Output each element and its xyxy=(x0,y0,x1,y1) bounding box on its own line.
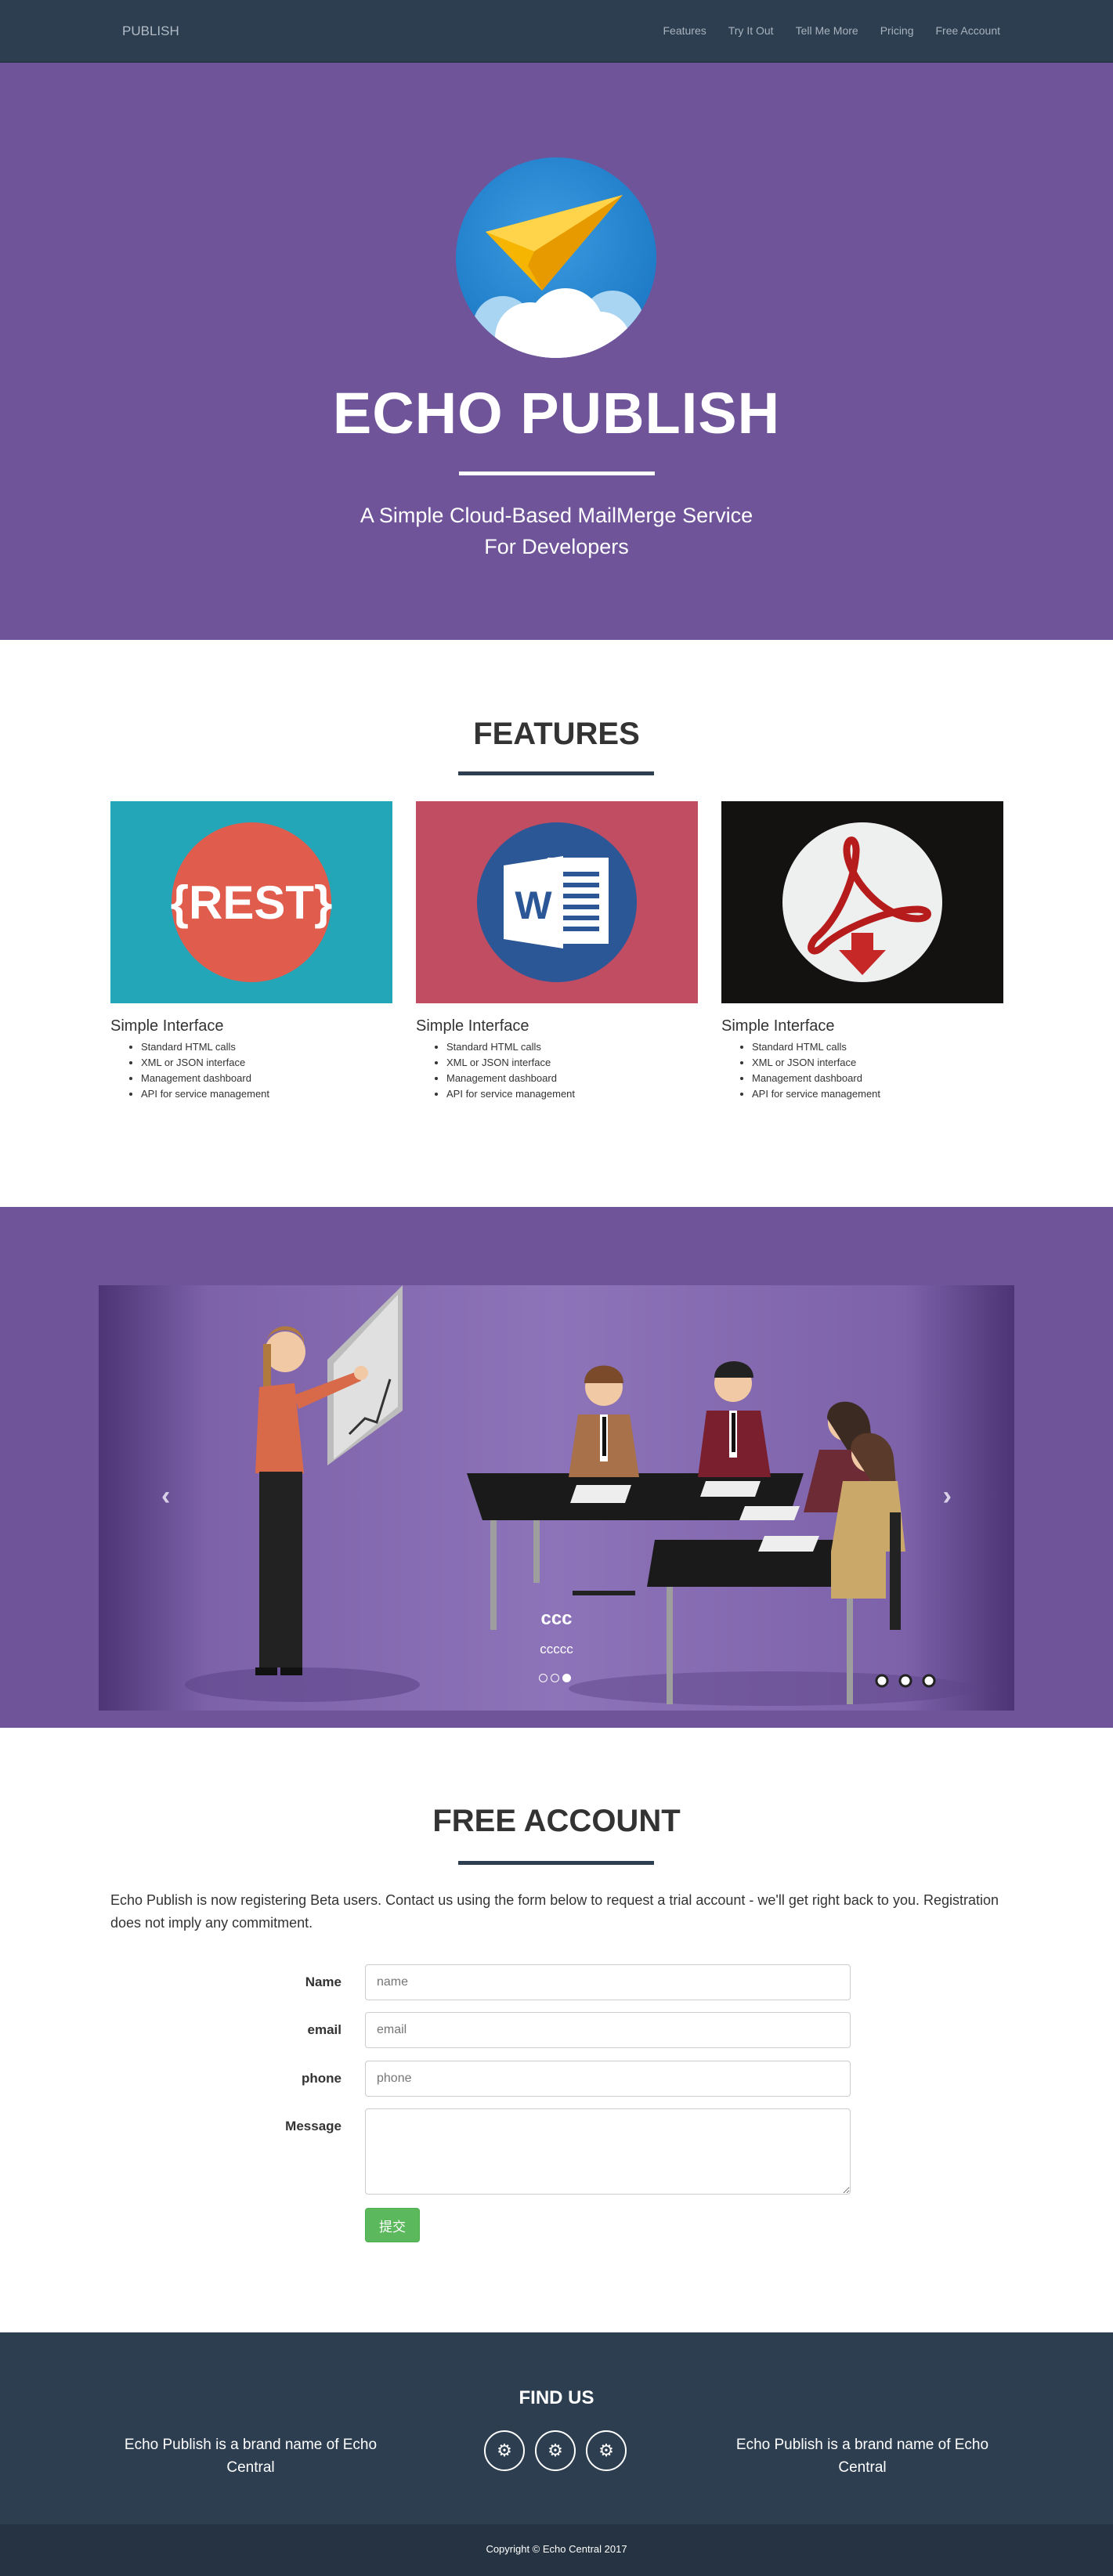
features-divider xyxy=(458,771,654,775)
hero-title: ECHO PUBLISH xyxy=(332,381,781,446)
free-account-intro: Echo Publish is now registering Beta use… xyxy=(110,1892,999,1931)
paper-plane-logo-icon xyxy=(456,157,656,358)
hero-subtitle: A Simple Cloud-Based MailMerge Service F… xyxy=(0,500,1113,562)
hero-section: ECHO PUBLISH A Simple Cloud-Based MailMe… xyxy=(0,63,1113,640)
name-input[interactable] xyxy=(365,1964,851,2000)
carousel-caption-text: ccccc xyxy=(540,1642,573,1657)
nav-link-free-account[interactable]: Free Account xyxy=(925,24,1012,37)
name-label: Name xyxy=(305,1974,341,1989)
feature-card-rest: {REST} Simple Interface Standard HTML ca… xyxy=(110,801,392,1100)
hero-subtitle-line1: A Simple Cloud-Based MailMerge Service xyxy=(360,504,753,527)
footer-brand-note-left: Echo Publish is a brand name of Echo Cen… xyxy=(124,2437,378,2476)
footer: FIND US Echo Publish is a brand name of … xyxy=(0,2332,1113,2524)
carousel-next-chevron-right-icon[interactable]: › xyxy=(943,1481,952,1512)
carousel-indicator-1[interactable] xyxy=(539,1674,547,1682)
copyright-text: Copyright © Echo Central 2017 xyxy=(486,2543,627,2555)
email-input[interactable] xyxy=(365,2012,851,2048)
list-item: XML or JSON interface xyxy=(141,1055,269,1071)
top-navbar: PUBLISH Features Try It Out Tell Me More… xyxy=(0,0,1113,63)
social-gear-icon-3[interactable]: ⚙ xyxy=(586,2430,627,2471)
navbar-links: Features Try It Out Tell Me More Pricing… xyxy=(652,24,1011,37)
hero-subtitle-line2: For Developers xyxy=(484,535,629,558)
message-label: Message xyxy=(285,2119,341,2133)
features-title: FEATURES xyxy=(473,717,640,751)
phone-label: phone xyxy=(302,2071,341,2086)
copyright-bar: Copyright © Echo Central 2017 xyxy=(0,2524,1113,2576)
footer-brand-note-right: Echo Publish is a brand name of Echo Cen… xyxy=(735,2437,989,2476)
feature-heading: Simple Interface xyxy=(416,1017,529,1035)
feature-card-word: W Simple Interface Standard HTML calls X… xyxy=(416,801,698,1100)
feature-heading: Simple Interface xyxy=(721,1017,835,1035)
feature-bullet-list: Standard HTML calls XML or JSON interfac… xyxy=(721,1039,880,1102)
carousel-indicators xyxy=(539,1674,571,1682)
carousel-indicator-3[interactable] xyxy=(562,1674,571,1682)
submit-button[interactable]: 提交 xyxy=(365,2208,420,2242)
nav-link-pricing[interactable]: Pricing xyxy=(869,24,925,37)
image-carousel[interactable]: ‹ › ccc ccccc xyxy=(99,1285,1014,1711)
social-gear-icon-1[interactable]: ⚙ xyxy=(484,2430,525,2471)
social-gear-icon-2[interactable]: ⚙ xyxy=(535,2430,576,2471)
rest-icon-text: {REST} xyxy=(171,876,333,929)
list-item: Standard HTML calls xyxy=(752,1039,880,1055)
list-item: XML or JSON interface xyxy=(752,1055,880,1071)
email-label: email xyxy=(307,2022,341,2037)
list-item: XML or JSON interface xyxy=(446,1055,575,1071)
feature-card-pdf: Simple Interface Standard HTML calls XML… xyxy=(721,801,1003,1100)
word-document-icon: W xyxy=(416,801,698,1003)
nav-link-try-it-out[interactable]: Try It Out xyxy=(717,24,785,37)
list-item: Management dashboard xyxy=(752,1071,880,1086)
list-item: API for service management xyxy=(446,1086,575,1102)
list-item: API for service management xyxy=(141,1086,269,1102)
nav-link-features[interactable]: Features xyxy=(652,24,717,37)
carousel-indicator-2[interactable] xyxy=(551,1674,559,1682)
carousel-caption-title: ccc xyxy=(540,1608,573,1629)
feature-heading: Simple Interface xyxy=(110,1017,224,1035)
find-us-heading: FIND US xyxy=(519,2387,594,2408)
phone-input[interactable] xyxy=(365,2061,851,2097)
list-item: API for service management xyxy=(752,1086,880,1102)
message-textarea[interactable] xyxy=(365,2108,851,2195)
feature-bullet-list: Standard HTML calls XML or JSON interfac… xyxy=(416,1039,575,1102)
list-item: Standard HTML calls xyxy=(141,1039,269,1055)
rest-api-icon: {REST} xyxy=(110,801,392,1003)
word-icon-letter: W xyxy=(515,883,552,927)
hero-divider xyxy=(459,471,655,475)
navbar-brand[interactable]: PUBLISH xyxy=(122,23,179,39)
pdf-download-icon xyxy=(721,801,1003,1003)
list-item: Management dashboard xyxy=(141,1071,269,1086)
list-item: Standard HTML calls xyxy=(446,1039,575,1055)
carousel-prev-chevron-left-icon[interactable]: ‹ xyxy=(161,1481,170,1512)
feature-bullet-list: Standard HTML calls XML or JSON interfac… xyxy=(110,1039,269,1102)
list-item: Management dashboard xyxy=(446,1071,575,1086)
nav-link-tell-me-more[interactable]: Tell Me More xyxy=(785,24,869,37)
free-account-title: FREE ACCOUNT xyxy=(432,1804,681,1838)
free-account-divider xyxy=(458,1861,654,1865)
